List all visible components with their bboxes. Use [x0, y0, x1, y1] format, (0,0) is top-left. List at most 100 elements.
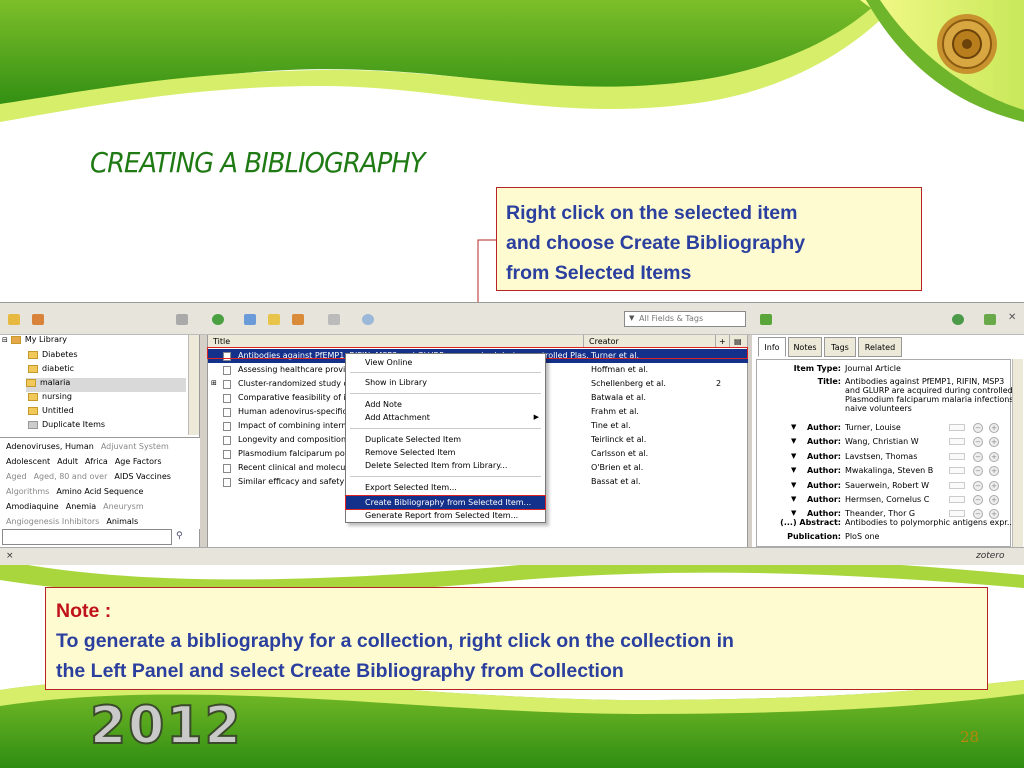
tag[interactable]: Africa	[85, 457, 108, 466]
publication-label: Publication:	[787, 532, 841, 541]
tag[interactable]: Amodiaquine	[6, 502, 59, 511]
collection-my-library[interactable]: ⊟ My Library	[2, 335, 67, 349]
remove-author-icon[interactable]: −	[973, 480, 983, 491]
name-mode-toggle[interactable]	[949, 496, 965, 503]
tag[interactable]: Aged	[6, 472, 27, 481]
new-note-icon[interactable]	[268, 314, 280, 325]
tag[interactable]: Algorithms	[6, 487, 49, 496]
add-author-icon[interactable]: +	[989, 480, 999, 491]
name-mode-toggle[interactable]	[949, 424, 965, 431]
search-mode-dropdown-icon[interactable]: ▼	[629, 314, 634, 322]
menu-export-item[interactable]: Export Selected Item...	[346, 481, 545, 494]
close-icon[interactable]: ✕	[1008, 312, 1016, 323]
tag[interactable]: Adolescent	[6, 457, 50, 466]
remove-author-icon[interactable]: −	[973, 451, 983, 462]
actions-gear-icon[interactable]	[176, 314, 188, 325]
menu-add-note[interactable]: Add Note	[346, 398, 545, 411]
menu-delete-item[interactable]: Delete Selected Item from Library...	[346, 459, 545, 472]
new-group-icon[interactable]	[32, 314, 44, 325]
sync-icon[interactable]	[952, 314, 964, 325]
name-mode-toggle[interactable]	[949, 452, 965, 460]
new-item-icon[interactable]	[212, 314, 224, 325]
new-collection-icon[interactable]	[8, 314, 20, 325]
locate-icon[interactable]	[760, 314, 772, 325]
author-name[interactable]: Mwakalinga, Steven B	[845, 466, 933, 475]
close-icon[interactable]: ×	[6, 551, 14, 561]
remove-author-icon[interactable]: −	[973, 495, 983, 505]
publication-value[interactable]: PloS one	[845, 532, 879, 541]
tag[interactable]: Amino Acid Sequence	[56, 487, 143, 496]
item-pane: Info Notes Tags Related Item Type: Journ…	[752, 335, 1024, 547]
menu-show-in-library[interactable]: Show in Library	[346, 376, 545, 389]
author-name[interactable]: Hermsen, Cornelus C	[845, 495, 929, 504]
author-name[interactable]: Lavstsen, Thomas	[845, 452, 917, 461]
link-icon[interactable]	[328, 314, 340, 325]
tag[interactable]: Anemia	[66, 502, 96, 511]
tag-row: Angiogenesis Inhibitors Animals	[6, 517, 145, 526]
name-mode-toggle[interactable]	[949, 481, 965, 489]
title-value-line[interactable]: naive volunteers	[845, 404, 912, 413]
tab-info[interactable]: Info	[758, 337, 786, 357]
tag[interactable]: Adjuvant System	[101, 442, 169, 451]
item-type-label: Item Type:	[793, 364, 841, 373]
add-by-identifier-icon[interactable]	[244, 314, 256, 325]
tab-related[interactable]: Related	[858, 337, 902, 357]
tag[interactable]: Adult	[57, 457, 78, 466]
journal-article-icon	[223, 478, 231, 487]
add-author-icon[interactable]: +	[989, 451, 999, 462]
name-mode-toggle[interactable]	[949, 467, 965, 475]
menu-add-attachment[interactable]: Add Attachment ▶	[346, 411, 545, 424]
items-toolbar: ▼ All Fields & Tags	[204, 303, 752, 335]
tag[interactable]: AIDS Vaccines	[114, 472, 171, 481]
attach-icon[interactable]	[292, 314, 304, 325]
collections-scrollbar[interactable]	[188, 335, 199, 435]
collection-item-selected[interactable]: malaria	[26, 378, 186, 392]
add-author-icon[interactable]: +	[989, 437, 999, 448]
tab-notes[interactable]: Notes	[788, 337, 822, 357]
item-type-value[interactable]: Journal Article	[845, 364, 901, 373]
remove-author-icon[interactable]: −	[973, 437, 983, 448]
name-mode-toggle[interactable]	[949, 438, 965, 446]
add-author-icon[interactable]: +	[989, 466, 999, 477]
collection-item[interactable]: Duplicate Items	[28, 420, 105, 429]
collection-item[interactable]: Untitled	[28, 406, 74, 420]
title-value-line[interactable]: and GLURP are acquired during controlled	[845, 386, 1013, 395]
title-value-line[interactable]: Antibodies against PfEMP1, RIFIN, MSP3	[845, 377, 1004, 386]
advanced-search-icon[interactable]	[362, 314, 374, 325]
search-icon[interactable]: ⚲	[176, 531, 183, 541]
menu-view-online[interactable]: View Online	[346, 356, 545, 369]
tag[interactable]: Age Factors	[115, 457, 162, 466]
menu-remove-item[interactable]: Remove Selected Item	[346, 446, 545, 459]
menu-duplicate-item[interactable]: Duplicate Selected Item	[346, 433, 545, 446]
menu-generate-report[interactable]: Generate Report from Selected Item...	[346, 509, 545, 522]
fullscreen-icon[interactable]	[984, 314, 996, 325]
author-name[interactable]: Turner, Louise	[845, 423, 901, 432]
tag[interactable]: Aged, 80 and over	[34, 472, 108, 481]
abstract-value[interactable]: Antibodies to polymorphic antigens expr.…	[845, 518, 1015, 527]
tag[interactable]: Adenoviruses, Human	[6, 442, 94, 451]
author-name[interactable]: Sauerwein, Robert W	[845, 481, 929, 490]
remove-author-icon[interactable]: −	[973, 466, 983, 477]
note-label: Note :	[56, 600, 112, 622]
expand-icon[interactable]: ⊞	[211, 379, 217, 387]
title-value-line[interactable]: Plasmodium falciparum malaria infections…	[845, 395, 1023, 404]
menu-separator	[350, 393, 541, 394]
collection-item[interactable]: diabetic	[28, 364, 74, 378]
item-pane-scrollbar[interactable]	[1012, 359, 1023, 547]
tab-tags[interactable]: Tags	[824, 337, 856, 357]
tag[interactable]: Angiogenesis Inhibitors	[6, 517, 99, 526]
search-input[interactable]: ▼ All Fields & Tags	[624, 311, 746, 327]
remove-author-icon[interactable]: −	[973, 423, 983, 433]
callout-line: and choose Create Bibliography	[506, 232, 806, 254]
collection-item[interactable]: Diabetes	[28, 350, 78, 364]
collection-item[interactable]: nursing	[28, 392, 72, 406]
add-author-icon[interactable]: +	[989, 495, 999, 505]
tag[interactable]: Aneurysm	[103, 502, 144, 511]
author-name[interactable]: Wang, Christian W	[845, 437, 919, 446]
menu-separator	[350, 476, 541, 477]
tag[interactable]: Animals	[106, 517, 138, 526]
collapse-icon[interactable]: ⊟	[2, 336, 8, 344]
name-mode-toggle[interactable]	[949, 510, 965, 518]
tag-filter-input[interactable]	[2, 529, 172, 545]
add-author-icon[interactable]: +	[989, 423, 999, 433]
